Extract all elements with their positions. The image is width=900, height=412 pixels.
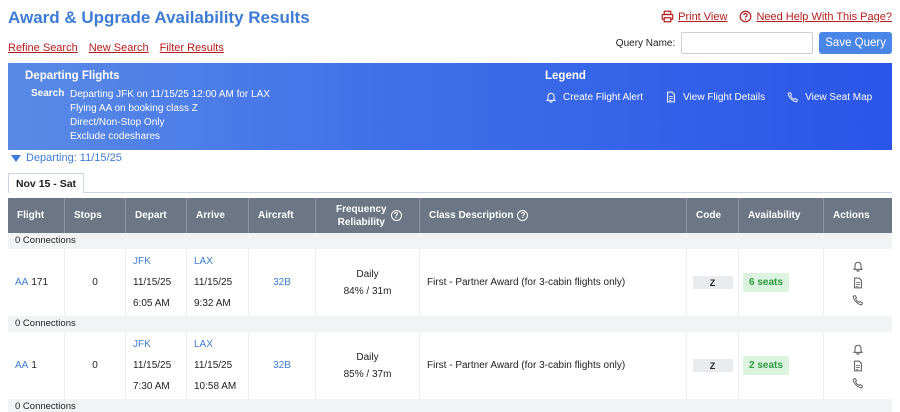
availability-badge: 6 seats [743,273,789,292]
connections-row: 0 Connections [8,233,892,249]
airline-link[interactable]: AA [15,360,28,371]
phone-icon [787,91,799,103]
document-icon [667,91,675,103]
search-line: Exclude codeshares [70,131,161,142]
availability-badge: 2 seats [743,356,789,375]
flight-number: 171 [31,277,49,288]
search-line: Direct/Non-Stop Only [70,117,165,128]
document-icon[interactable] [852,360,864,372]
banner-title: Departing Flights [25,70,120,82]
airline-link[interactable]: AA [15,277,28,288]
col-availability[interactable]: Availability [739,198,824,233]
departing-date-toggle[interactable]: Departing: 11/15/25 [11,152,122,164]
col-code[interactable]: Code [687,198,739,233]
col-actions: Actions [833,210,870,221]
new-search-link[interactable]: New Search [89,42,149,54]
col-stops[interactable]: Stops [65,198,126,233]
col-depart[interactable]: Depart [126,198,187,233]
row-actions [852,260,864,306]
col-aircraft[interactable]: Aircraft [249,198,316,233]
flight-number: 1 [31,360,37,371]
arrive-date: 11/15/25 [194,277,233,288]
legend-item-details: View Flight Details [665,91,765,103]
table-header: Flight Stops Depart Arrive Aircraft Freq… [8,198,892,233]
col-frequency[interactable]: Frequency Reliability ? [316,198,420,233]
row-actions [852,343,864,389]
class-help-icon[interactable]: ? [517,210,529,221]
query-name-input[interactable] [681,32,814,54]
legend-seatmap-label: View Seat Map [805,91,873,103]
phone-icon[interactable] [852,377,864,389]
query-area: Query Name: Save Query [616,32,892,54]
print-view-link[interactable]: Print View [661,10,727,23]
frequency-value: Daily [356,268,379,280]
col-class-description[interactable]: Class Description ? [420,198,687,233]
reliability-value: 85% / 37m [343,368,392,380]
col-arrive[interactable]: Arrive [187,198,249,233]
save-query-button[interactable]: Save Query [819,32,892,54]
help-label: Need Help With This Page? [756,10,892,23]
legend-title: Legend [545,70,586,82]
tab-nov-15[interactable]: Nov 15 - Sat [8,173,84,193]
triangle-down-icon [11,154,21,162]
aircraft-link[interactable]: 32B [273,360,291,371]
depart-date: 11/15/25 [133,360,172,371]
legend-item-seatmap: View Seat Map [787,91,872,103]
bell-icon[interactable] [852,343,864,355]
class-description: First - Partner Award (for 3-cabin fligh… [427,277,626,288]
table-row: AA 171 0 JFK 11/15/25 6:05 AM LAX 11/15/… [8,249,892,316]
departing-date-label: Departing: 11/15/25 [26,152,122,164]
legend-item-alert: Create Flight Alert [545,91,643,103]
print-view-label: Print View [678,10,728,23]
action-links: Refine Search New Search Filter Results [8,42,224,54]
help-link[interactable]: Need Help With This Page? [739,10,892,23]
legend-alert-label: Create Flight Alert [563,91,644,103]
search-line: Flying AA on booking class Z [70,103,198,114]
arrive-airport-link[interactable]: LAX [194,251,213,272]
depart-date: 11/15/25 [133,277,172,288]
tab-strip [8,192,892,193]
search-label: Search [31,88,65,99]
depart-time: 7:30 AM [133,381,170,392]
search-criteria: Departing JFK on 11/15/25 12:00 AM for L… [70,88,270,144]
connections-row: 0 Connections [8,316,892,332]
search-line: Departing JFK on 11/15/25 12:00 AM for L… [70,89,270,100]
depart-time: 6:05 AM [133,298,170,309]
top-links: Print View Need Help With This Page? [661,10,892,23]
arrive-time: 9:32 AM [194,298,231,309]
bell-icon[interactable] [852,260,864,272]
depart-airport-link[interactable]: JFK [133,334,151,355]
results-table: Flight Stops Depart Arrive Aircraft Freq… [8,198,892,412]
frequency-value: Daily [356,351,379,363]
booking-code-badge: Z [692,276,733,289]
refine-search-link[interactable]: Refine Search [8,42,78,54]
bell-icon [545,92,557,103]
filter-results-link[interactable]: Filter Results [160,42,224,54]
frequency-help-icon[interactable]: ? [390,210,402,221]
legend: Create Flight Alert View Flight Details … [545,91,872,103]
departing-flights-banner: Departing Flights Search Departing JFK o… [8,63,892,150]
class-description: First - Partner Award (for 3-cabin fligh… [427,360,626,371]
query-name-label: Query Name: [615,37,676,49]
connections-row: 0 Connections [8,399,892,412]
printer-icon [661,10,674,23]
arrive-date: 11/15/25 [194,360,233,371]
page-title: Award & Upgrade Availability Results [8,8,310,27]
aircraft-link[interactable]: 32B [273,277,291,288]
legend-details-label: View Flight Details [683,91,766,103]
arrive-airport-link[interactable]: LAX [194,334,213,355]
table-row: AA 1 0 JFK 11/15/25 7:30 AM LAX 11/15/25… [8,332,892,399]
stops-value: 0 [92,277,98,288]
question-circle-icon [740,10,752,23]
reliability-value: 84% / 31m [343,285,392,297]
document-icon[interactable] [852,277,864,289]
stops-value: 0 [92,360,98,371]
col-flight[interactable]: Flight [8,198,65,233]
booking-code-badge: Z [692,359,733,372]
phone-icon[interactable] [852,294,864,306]
depart-airport-link[interactable]: JFK [133,251,151,272]
arrive-time: 10:58 AM [194,381,237,392]
